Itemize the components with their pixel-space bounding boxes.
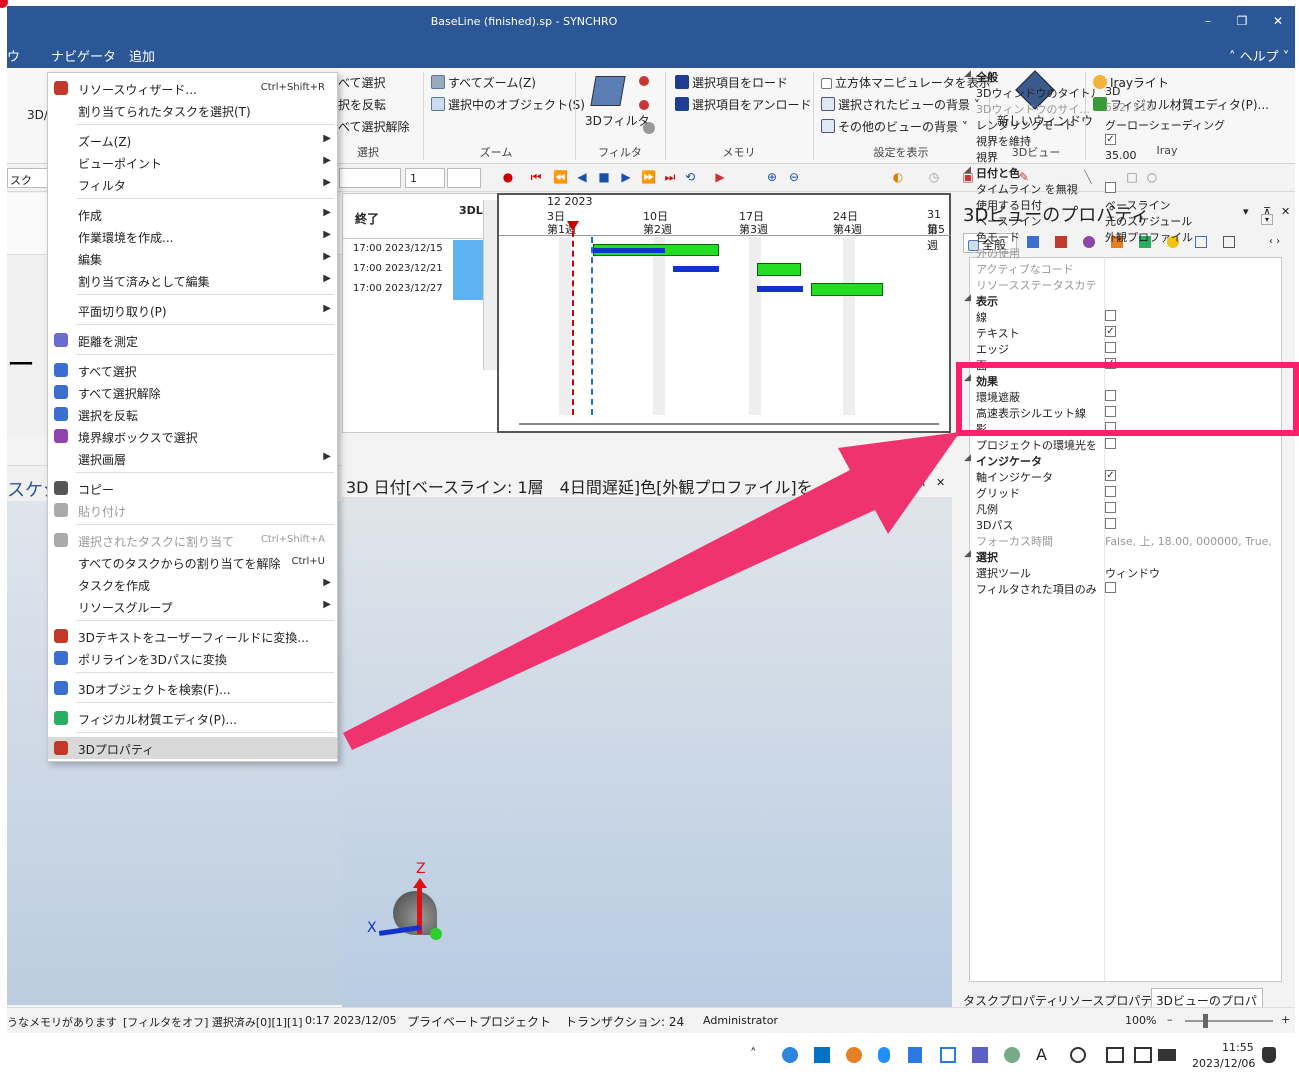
arrow-shape (343, 432, 960, 750)
annotation-arrow (343, 432, 960, 750)
